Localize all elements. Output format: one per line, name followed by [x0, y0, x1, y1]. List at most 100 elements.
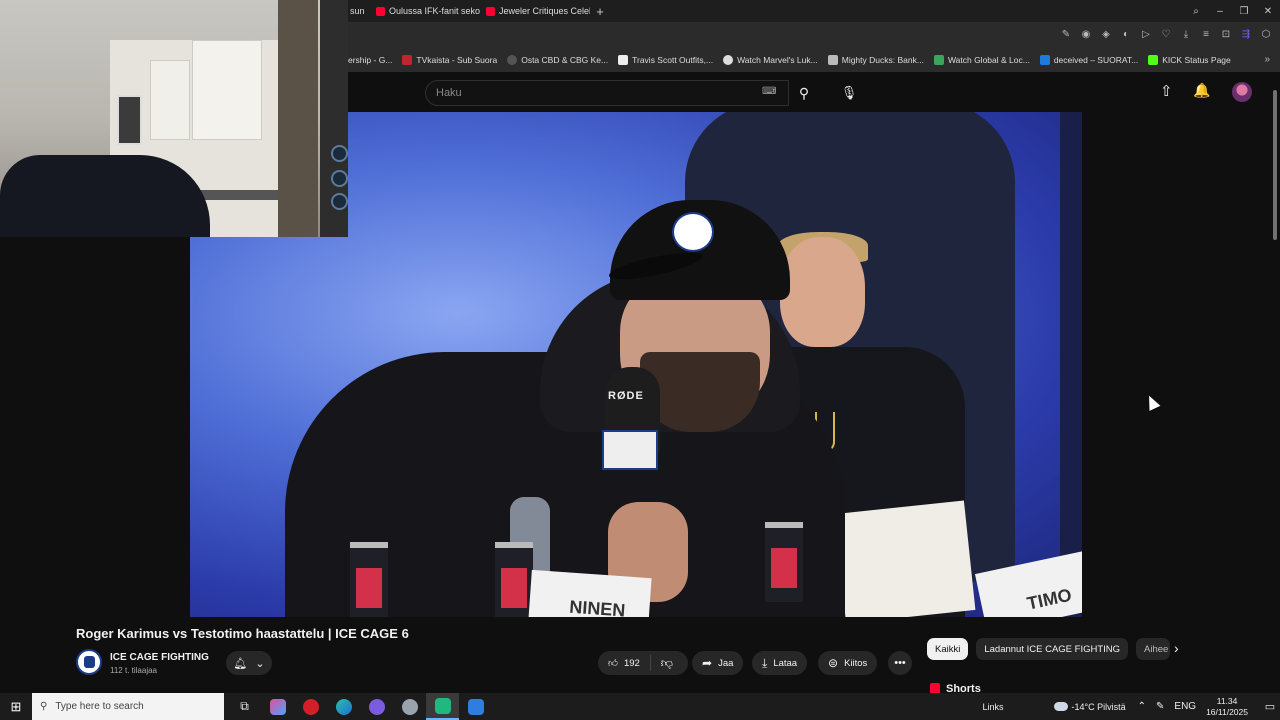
thanks-label: Kiitos — [844, 657, 868, 669]
browser-tab[interactable]: Oulussa IFK-fanit sekoilee — [370, 0, 480, 22]
share-action: ➦ Jaa — [692, 651, 744, 675]
menu-icon[interactable]: ≡ — [1198, 27, 1214, 43]
duck-icon — [827, 55, 838, 65]
channel-avatar[interactable] — [76, 649, 102, 675]
android-icon — [933, 55, 944, 65]
dislike-button[interactable]: 👎︎ — [651, 656, 683, 671]
language-indicator[interactable]: ENG — [1174, 701, 1196, 712]
clock[interactable]: 11.34 16/11/2025 — [1206, 696, 1248, 718]
mouse-cursor — [1143, 393, 1161, 411]
shield-icon[interactable]: ◈ — [1098, 27, 1114, 43]
notifications-icon[interactable]: ▭ — [1260, 700, 1280, 713]
bookmark-item[interactable]: Osta CBD & CBG Ke... — [507, 55, 608, 65]
app-icon[interactable] — [459, 693, 492, 720]
search-icon: ⚲ — [40, 701, 48, 712]
pen-icon[interactable]: ✎ — [1156, 701, 1164, 712]
bookmark-item[interactable]: Travis Scott Outfits,... — [618, 55, 713, 65]
cloud-icon — [1053, 702, 1068, 711]
close-button[interactable]: ✕ — [1256, 6, 1280, 17]
app-icon[interactable] — [327, 693, 360, 720]
account-avatar[interactable] — [1232, 82, 1252, 102]
upload-icon: ⇧ — [1160, 83, 1173, 100]
share-icon: ➦ — [702, 656, 713, 670]
bookmark-item[interactable]: ership - G... — [348, 55, 392, 65]
game-app-icon — [434, 697, 451, 714]
bookmark-item[interactable]: Mighty Ducks: Bank... — [827, 55, 924, 65]
thumbs-up-icon: 👍︎ — [608, 658, 618, 669]
opera-icon — [302, 698, 319, 715]
like-count: 192 — [623, 657, 640, 669]
app-icon[interactable] — [360, 693, 393, 720]
tab-search-icon[interactable]: ⌕ — [1184, 6, 1208, 17]
channel-name[interactable]: ICE CAGE FIGHTING — [110, 652, 209, 663]
keyboard-icon[interactable]: ⌨ — [762, 86, 776, 97]
screenshot-icon[interactable]: ✎ — [1058, 27, 1074, 43]
webcam-chair — [0, 155, 210, 237]
clock-time: 11.34 — [1216, 695, 1238, 706]
app-icon[interactable] — [261, 693, 294, 720]
lock-icon[interactable]: ⊡ — [1218, 27, 1234, 43]
chevron-up-icon[interactable]: ⌃ — [1138, 701, 1146, 712]
tab-title: sun — [350, 6, 365, 16]
notifications-button[interactable]: 🔔 — [1193, 82, 1210, 99]
bookmark-label: deceived – SUORAT... — [1053, 55, 1139, 65]
weather-text: -14°C Pilvistä — [1071, 701, 1126, 712]
bookmark-label: Travis Scott Outfits,... — [632, 55, 714, 65]
bookmark-item[interactable]: KICK Status Page — [1148, 55, 1231, 65]
tab-title: Jeweler Critiques Celebrity — [499, 6, 590, 16]
upload-button[interactable]: ⇧ — [1160, 82, 1173, 100]
search-input[interactable]: Haku — [425, 80, 789, 106]
start-button[interactable]: ⊞ — [0, 693, 32, 720]
page-scrollbar[interactable] — [1273, 90, 1277, 240]
download-icon: ⤓ — [762, 655, 768, 670]
webcam-overlay — [0, 0, 348, 237]
app-icon[interactable] — [393, 693, 426, 720]
chevron-right-icon[interactable]: › — [1174, 640, 1179, 656]
cube-icon[interactable]: ⬡ — [1258, 27, 1274, 43]
voice-search-button[interactable]: 🎙 — [836, 80, 862, 106]
browser-tab[interactable]: sun — [348, 0, 370, 22]
search-button[interactable]: ⚲ — [789, 80, 819, 106]
restore-button[interactable]: ❐ — [1232, 6, 1256, 17]
chip-uploaded-by-channel[interactable]: Ladannut ICE CAGE FIGHTING — [976, 638, 1129, 660]
share-button[interactable]: ➦ Jaa — [692, 651, 744, 675]
bookmark-label: ership - G... — [348, 55, 393, 65]
subscription-bell-button[interactable]: 🔔︎ ⌄ — [226, 651, 272, 675]
share-label: Jaa — [718, 657, 734, 669]
chip-related[interactable]: Aihee — [1136, 638, 1171, 660]
taskbar-search-input[interactable]: ⚲ Type here to search — [32, 693, 224, 720]
bookmark-item[interactable]: TVkaista - Sub Suora — [402, 55, 497, 65]
like-button[interactable]: 👍︎ 192 — [598, 655, 651, 671]
browser-tab[interactable]: Jeweler Critiques Celebrity — [480, 0, 590, 22]
app-icon[interactable] — [294, 693, 327, 720]
bookmark-label: Watch Marvel's Luk... — [737, 55, 818, 65]
links-toolbar[interactable]: Links — [982, 702, 1003, 712]
heart-icon[interactable]: ♡ — [1158, 27, 1174, 43]
download-button[interactable]: ⤓ Lataa — [752, 651, 808, 675]
bookmark-label: Watch Global & Loc... — [947, 55, 1030, 65]
bookmark-label: Osta CBD & CBG Ke... — [521, 55, 609, 65]
task-view-icon[interactable]: ⧉ — [228, 693, 261, 720]
bookmark-item[interactable]: deceived – SUORAT... — [1039, 55, 1139, 65]
bookmark-item[interactable]: Watch Marvel's Luk... — [723, 55, 818, 65]
extension-icon[interactable]: ◐ — [1118, 27, 1134, 43]
camera-icon[interactable]: ◉ — [1078, 27, 1094, 43]
play-icon[interactable]: ▷ — [1138, 27, 1154, 43]
taskbar-search-placeholder: Type here to search — [55, 701, 144, 712]
new-tab-button[interactable]: + — [590, 4, 610, 19]
more-actions-button[interactable]: ••• — [888, 651, 912, 675]
download-icon[interactable]: ⤓ — [1178, 27, 1194, 43]
webcam-cabinet — [150, 60, 190, 140]
tvkaista-icon — [402, 55, 413, 65]
webcam-ring-icon — [331, 193, 348, 210]
video-frame-person-2-head — [780, 237, 865, 347]
thanks-button[interactable]: ⊜ Kiitos — [818, 651, 878, 675]
minimize-button[interactable]: – — [1208, 6, 1232, 17]
bookmark-item[interactable]: Watch Global & Loc... — [933, 55, 1030, 65]
chip-all[interactable]: Kaikki — [927, 638, 969, 660]
vpn-icon[interactable]: ⇶ — [1238, 27, 1254, 43]
app-icon[interactable] — [426, 693, 459, 720]
video-title: Roger Karimus vs Testotimo haastattelu |… — [76, 626, 409, 641]
bookmarks-overflow-button[interactable]: » — [1264, 54, 1270, 65]
weather-widget[interactable]: -14°C Pilvistä — [1053, 701, 1126, 712]
